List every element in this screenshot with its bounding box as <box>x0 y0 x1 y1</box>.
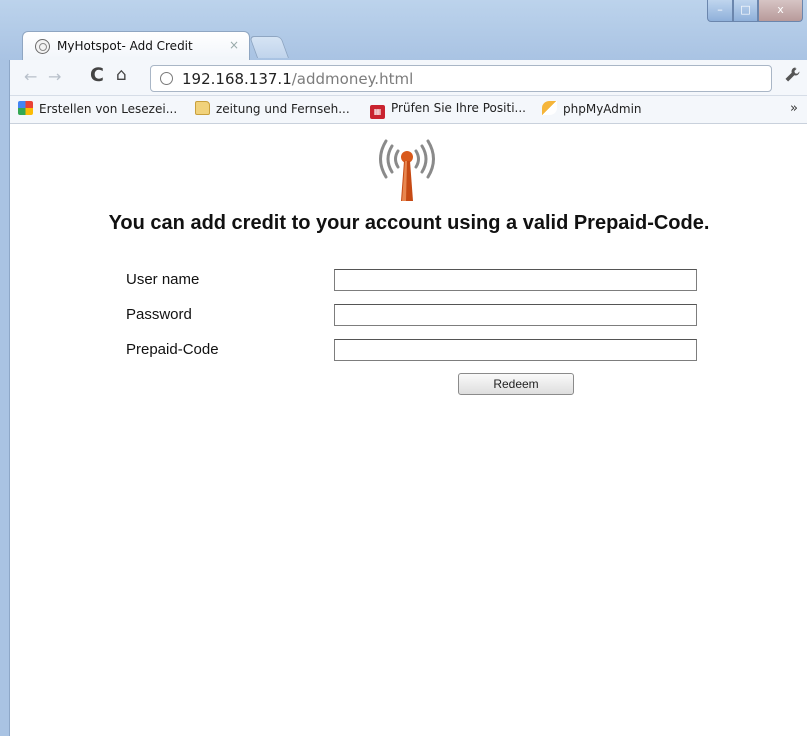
title-bar: MyHotspot- Add Credit × – □ x <box>0 0 807 61</box>
bookmark-item[interactable]: phpMyAdmin <box>542 101 642 116</box>
bookmarks-bar: Erstellen von Lesezei... zeitung und Fer… <box>10 96 807 124</box>
prepaid-code-label: Prepaid-Code <box>126 341 219 358</box>
url-text[interactable]: 192.168.137.1/addmoney.html <box>182 70 413 88</box>
wrench-menu-icon[interactable] <box>784 66 801 88</box>
folder-icon <box>195 101 210 115</box>
page-info-icon[interactable] <box>160 72 173 85</box>
close-window-button[interactable]: x <box>758 0 803 22</box>
check-icon: ▦ <box>370 105 385 119</box>
password-label: Password <box>126 306 192 323</box>
bookmark-item[interactable]: zeitung und Fernseh... <box>195 101 350 116</box>
reload-icon[interactable]: C <box>90 66 104 85</box>
forward-arrow-icon[interactable]: → <box>48 68 61 86</box>
maximize-button[interactable]: □ <box>733 0 758 22</box>
browser-tab[interactable]: MyHotspot- Add Credit × <box>22 31 250 61</box>
new-tab-button[interactable] <box>248 36 290 58</box>
bookmark-label: zeitung und Fernseh... <box>216 102 350 116</box>
back-arrow-icon[interactable]: ← <box>24 68 37 86</box>
bookmark-label: Prüfen Sie Ihre Positi... <box>391 101 526 115</box>
password-input[interactable] <box>334 304 697 326</box>
url-host: 192.168.137.1 <box>182 70 292 88</box>
tab-title: MyHotspot- Add Credit <box>57 39 193 53</box>
bookmark-item[interactable]: Erstellen von Lesezei... <box>18 101 177 116</box>
minimize-button[interactable]: – <box>707 0 733 22</box>
wireless-tower-icon <box>379 139 435 201</box>
globe-icon <box>35 39 50 54</box>
page-heading: You can add credit to your account using… <box>108 212 710 234</box>
page-content: You can add credit to your account using… <box>11 125 807 736</box>
apps-icon <box>18 101 33 115</box>
wrench-icon <box>785 67 800 82</box>
bookmarks-overflow-button[interactable]: » <box>790 101 798 116</box>
window-frame <box>0 60 10 736</box>
bookmark-label: Erstellen von Lesezei... <box>39 102 178 116</box>
browser-toolbar: ← → C ⌂ 192.168.137.1/addmoney.html <box>10 60 807 96</box>
username-label: User name <box>126 271 200 288</box>
redeem-button[interactable]: Redeem <box>458 373 574 395</box>
bookmark-label: phpMyAdmin <box>563 102 642 116</box>
bookmark-item[interactable]: ▦ Prüfen Sie Ihre Positi... <box>370 101 526 119</box>
phpmyadmin-icon <box>542 101 557 115</box>
prepaid-code-input[interactable] <box>334 339 697 361</box>
tab-close-button[interactable]: × <box>229 38 239 52</box>
address-bar[interactable]: 192.168.137.1/addmoney.html <box>150 65 772 92</box>
home-icon[interactable]: ⌂ <box>116 66 127 84</box>
username-input[interactable] <box>334 269 697 291</box>
browser-window: MyHotspot- Add Credit × – □ x ← → C ⌂ 19… <box>0 0 807 736</box>
url-path: /addmoney.html <box>291 70 414 88</box>
